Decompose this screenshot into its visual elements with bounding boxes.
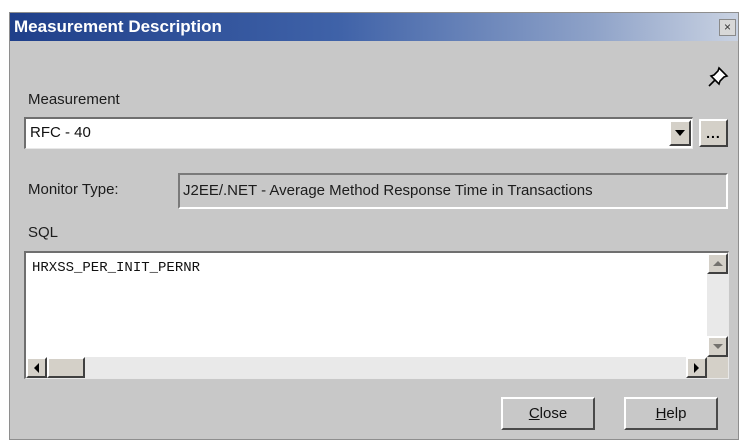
measurement-label: Measurement [28,91,120,108]
scrollbar-corner [707,357,728,378]
horizontal-scrollbar[interactable] [26,357,707,378]
close-button-label: Close [528,405,568,422]
sql-label: SQL [28,224,59,241]
monitor-type-value: J2EE/.NET - Average Method Response Time… [183,182,593,199]
pin-icon[interactable] [707,66,729,88]
arrow-down-icon [712,344,723,349]
chevron-down-icon [675,130,685,136]
vertical-scrollbar[interactable] [707,253,728,357]
sql-textarea[interactable]: HRXSS_PER_INIT_PERNR [24,251,729,379]
arrow-left-icon [34,362,39,373]
arrow-right-icon [694,362,699,373]
arrow-up-icon [712,261,723,266]
measurement-value: RFC - 40 [30,124,91,141]
dialog-title: Measurement Description [14,17,222,36]
measurement-description-dialog: Measurement Description × Measurement RF… [9,12,739,440]
horizontal-scroll-thumb[interactable] [47,357,85,378]
monitor-type-label: Monitor Type: [28,181,119,198]
title-bar[interactable]: Measurement Description × [10,13,738,41]
help-button[interactable]: Help [624,397,718,430]
dropdown-button[interactable] [669,120,691,146]
monitor-type-field: J2EE/.NET - Average Method Response Time… [178,173,728,209]
close-window-button[interactable]: × [719,19,736,36]
close-button[interactable]: Close [501,397,595,430]
help-button-label: Help [655,405,687,422]
scroll-up-button[interactable] [707,253,728,274]
scroll-right-button[interactable] [686,357,707,378]
scroll-left-button[interactable] [26,357,47,378]
sql-text: HRXSS_PER_INIT_PERNR [32,260,201,276]
measurement-combobox[interactable]: RFC - 40 [24,117,693,149]
browse-measurement-button[interactable]: ... [699,119,728,147]
scroll-down-button[interactable] [707,336,728,357]
